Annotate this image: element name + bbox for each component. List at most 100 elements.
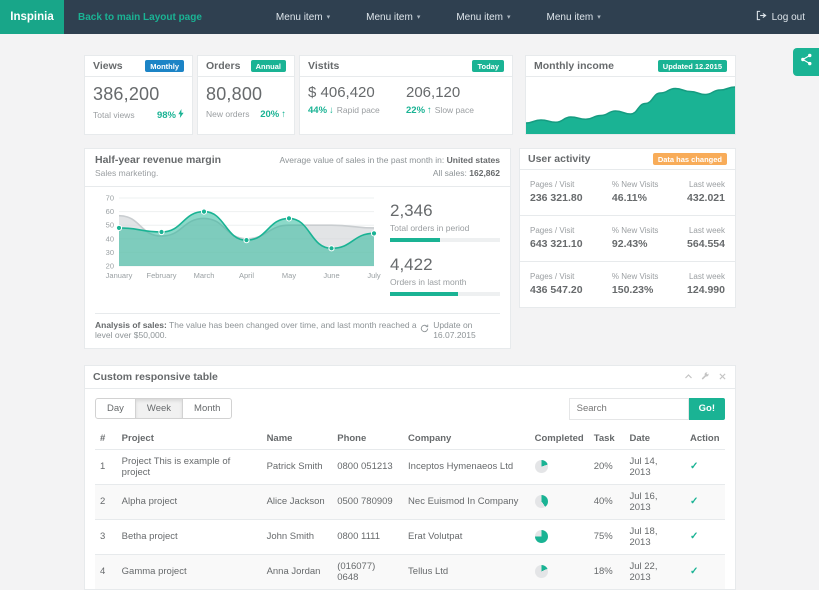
visits-label-1: Rapid pace — [337, 105, 380, 115]
views-card: Views Monthly 386,200 Total views 98% — [84, 55, 193, 135]
revenue-summary: Average value of sales in the past month… — [280, 154, 501, 180]
column-header-completed: Completed — [530, 429, 589, 450]
collapse-icon[interactable] — [684, 372, 693, 381]
close-icon[interactable] — [718, 372, 727, 381]
table-row: 4 Gamma project Anna Jordan (016077) 064… — [95, 554, 725, 589]
activity-row-3: Pages / Visit436 547.20 % New Visits150.… — [520, 262, 735, 307]
table-card-title: Custom responsive table — [93, 371, 218, 383]
search-input[interactable] — [569, 398, 689, 420]
svg-text:May: May — [282, 271, 296, 280]
level-up-icon: ↑ — [427, 105, 432, 116]
filter-day-button[interactable]: Day — [95, 398, 136, 419]
sign-out-icon — [756, 10, 767, 24]
orders-card: Orders Annual 80,800 New orders 20%↑ — [197, 55, 295, 135]
orders-month-value: 4,422 — [390, 255, 500, 275]
views-value: 386,200 — [93, 84, 184, 105]
orders-month-label: Orders in last month — [390, 277, 500, 287]
orders-card-title: Orders — [206, 60, 240, 72]
column-header-date: Date — [624, 429, 684, 450]
svg-text:March: March — [194, 271, 215, 280]
annual-badge: Annual — [251, 60, 286, 72]
visits-value-1: $ 406,420 — [308, 84, 406, 101]
user-activity-title: User activity — [528, 153, 590, 165]
activity-row-1: Pages / Visit236 321.80 % New Visits46.1… — [520, 170, 735, 216]
check-icon[interactable]: ✓ — [690, 461, 698, 472]
views-label: Total views — [93, 110, 135, 120]
update-link[interactable]: Update on 16.07.2015 — [420, 320, 500, 340]
orders-period-progress — [390, 238, 500, 242]
nav-menu-item-2[interactable]: Menu item▾ — [366, 12, 420, 23]
completion-pie-icon — [535, 495, 548, 508]
analysis-text: Analysis of sales: The value has been ch… — [95, 320, 420, 340]
table-row: 3 Betha project John Smith 0800 1111 Era… — [95, 519, 725, 554]
user-activity-card: User activity Data has changed Pages / V… — [519, 148, 736, 308]
responsive-table-card: Custom responsive table Day Week Month G… — [84, 365, 736, 590]
check-icon[interactable]: ✓ — [690, 566, 698, 577]
filter-week-button[interactable]: Week — [135, 398, 183, 419]
nav-menu-item-1[interactable]: Menu item▾ — [276, 12, 330, 23]
filter-month-button[interactable]: Month — [182, 398, 232, 419]
visits-card: Vistits Today $ 406,420 44%↓ Rapid pace … — [299, 55, 513, 135]
back-to-layout-link[interactable]: Back to main Layout page — [78, 12, 202, 23]
orders-period-value: 2,346 — [390, 201, 500, 221]
theme-config-button[interactable] — [793, 48, 819, 76]
svg-text:June: June — [323, 271, 339, 280]
svg-text:30: 30 — [106, 247, 114, 256]
completion-pie-icon — [535, 530, 548, 543]
chevron-down-icon: ▾ — [597, 13, 601, 21]
updated-badge: Updated 12.2015 — [658, 60, 727, 72]
svg-text:April: April — [239, 271, 254, 280]
chevron-down-icon: ▾ — [417, 13, 421, 21]
chevron-down-icon: ▾ — [327, 13, 331, 21]
orders-label: New orders — [206, 109, 249, 119]
data-changed-badge: Data has changed — [653, 153, 727, 165]
range-filter-group: Day Week Month — [95, 398, 232, 419]
bolt-icon — [178, 109, 184, 121]
orders-delta: 20%↑ — [260, 109, 286, 120]
orders-month-progress — [390, 292, 500, 296]
dashboard-content: Views Monthly 386,200 Total views 98% Or… — [84, 55, 736, 590]
chevron-down-icon: ▾ — [507, 13, 511, 21]
nav-menu-item-3[interactable]: Menu item▾ — [456, 12, 510, 23]
column-header-project: Project — [117, 429, 262, 450]
top-navbar: Inspinia Back to main Layout page Menu i… — [0, 0, 819, 34]
table-row: 2 Alpha project Alice Jackson 0500 78090… — [95, 484, 725, 519]
monthly-badge: Monthly — [145, 60, 184, 72]
wrench-icon[interactable] — [701, 372, 710, 381]
check-icon[interactable]: ✓ — [690, 496, 698, 507]
nav-menu-item-4[interactable]: Menu item▾ — [547, 12, 601, 23]
share-nodes-icon — [800, 53, 813, 71]
svg-text:70: 70 — [106, 193, 114, 202]
check-icon[interactable]: ✓ — [690, 531, 698, 542]
svg-text:January: January — [106, 271, 133, 280]
monthly-income-title: Monthly income — [534, 60, 614, 72]
logout-button[interactable]: Log out — [756, 10, 805, 24]
table-row: 1 Project This is example of project Pat… — [95, 449, 725, 484]
go-button[interactable]: Go! — [689, 398, 725, 420]
monthly-income-chart — [526, 77, 735, 134]
svg-text:50: 50 — [106, 220, 114, 229]
column-header-name: Name — [262, 429, 333, 450]
column-header-task: Task — [589, 429, 625, 450]
refresh-icon — [420, 324, 429, 335]
level-down-icon: ↓ — [329, 105, 334, 116]
activity-row-2: Pages / Visit643 321.10 % New Visits92.4… — [520, 216, 735, 262]
svg-text:20: 20 — [106, 261, 114, 270]
svg-text:40: 40 — [106, 234, 114, 243]
completion-pie-icon — [535, 565, 548, 578]
svg-text:60: 60 — [106, 207, 114, 216]
column-header-phone: Phone — [332, 429, 403, 450]
revenue-card: Half-year revenue margin Sales marketing… — [84, 148, 511, 349]
revenue-title: Half-year revenue margin — [95, 154, 221, 166]
orders-value: 80,800 — [206, 84, 286, 105]
brand-logo[interactable]: Inspinia — [0, 0, 64, 34]
column-header-company: Company — [403, 429, 530, 450]
up-arrow-icon: ↑ — [281, 109, 286, 120]
orders-period-label: Total orders in period — [390, 223, 500, 233]
column-header-action: Action — [685, 429, 725, 450]
visits-card-title: Vistits — [308, 60, 339, 72]
visits-value-2: 206,120 — [406, 84, 504, 101]
views-card-title: Views — [93, 60, 123, 72]
completion-pie-icon — [535, 460, 548, 473]
revenue-chart: 203040506070JanuaryFebruaryMarchAprilMay… — [95, 193, 378, 309]
